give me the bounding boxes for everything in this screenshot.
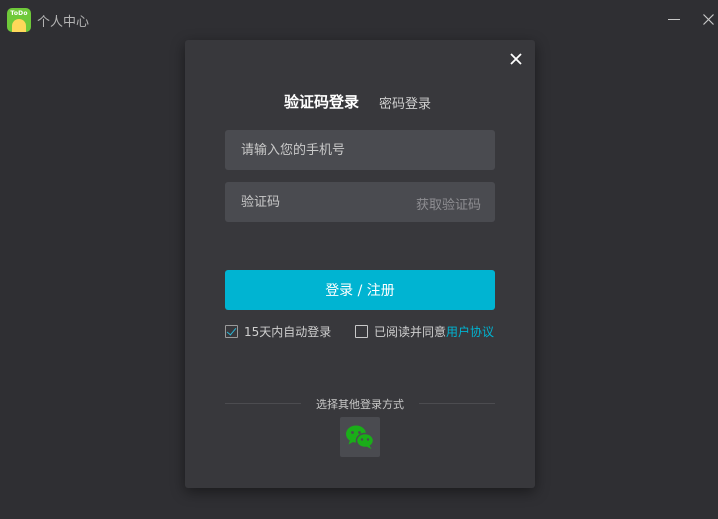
remember-login-row: 15天内自动登录 bbox=[225, 323, 331, 339]
tab-password-login[interactable]: 密码登录 bbox=[379, 93, 431, 112]
other-login-label: 选择其他登录方式 bbox=[316, 398, 404, 411]
checkmark-icon bbox=[226, 324, 237, 336]
verification-code-input[interactable] bbox=[225, 182, 401, 222]
remember-label: 15天内自动登录 bbox=[244, 324, 332, 339]
app-logo-text: ToDo bbox=[10, 10, 28, 17]
close-icon bbox=[510, 53, 522, 65]
app-logo: ToDo bbox=[7, 8, 31, 32]
user-agreement-link[interactable]: 用户协议 bbox=[446, 323, 494, 340]
app-logo-face bbox=[12, 19, 26, 32]
phone-input[interactable] bbox=[225, 130, 495, 170]
agree-label: 已阅读并同意 bbox=[374, 324, 447, 339]
window-close-button[interactable] bbox=[697, 9, 718, 29]
window-title: 个人中心 bbox=[37, 15, 90, 30]
divider-left bbox=[225, 403, 301, 404]
login-dialog: 验证码登录 密码登录 获取验证码 登录 / 注册 15天内自动登录 已阅读并同意… bbox=[185, 40, 535, 488]
minimize-button[interactable] bbox=[663, 9, 685, 29]
phone-field bbox=[225, 130, 495, 170]
title-bar: ToDo 个人中心 bbox=[0, 0, 718, 40]
tab-sms-login[interactable]: 验证码登录 bbox=[284, 91, 359, 112]
get-code-button[interactable]: 获取验证码 bbox=[416, 194, 481, 213]
login-register-button[interactable]: 登录 / 注册 bbox=[225, 270, 495, 310]
agree-checkbox[interactable] bbox=[355, 324, 368, 338]
agreement-row: 已阅读并同意 用户协议 bbox=[355, 323, 494, 339]
code-field: 获取验证码 bbox=[225, 182, 495, 222]
divider-right bbox=[419, 403, 495, 404]
dialog-close-button[interactable] bbox=[506, 49, 526, 69]
remember-checkbox[interactable] bbox=[225, 324, 238, 338]
wechat-icon bbox=[346, 425, 375, 449]
wechat-login-button[interactable] bbox=[340, 417, 380, 457]
close-icon bbox=[702, 13, 714, 25]
minimize-icon bbox=[668, 18, 680, 20]
